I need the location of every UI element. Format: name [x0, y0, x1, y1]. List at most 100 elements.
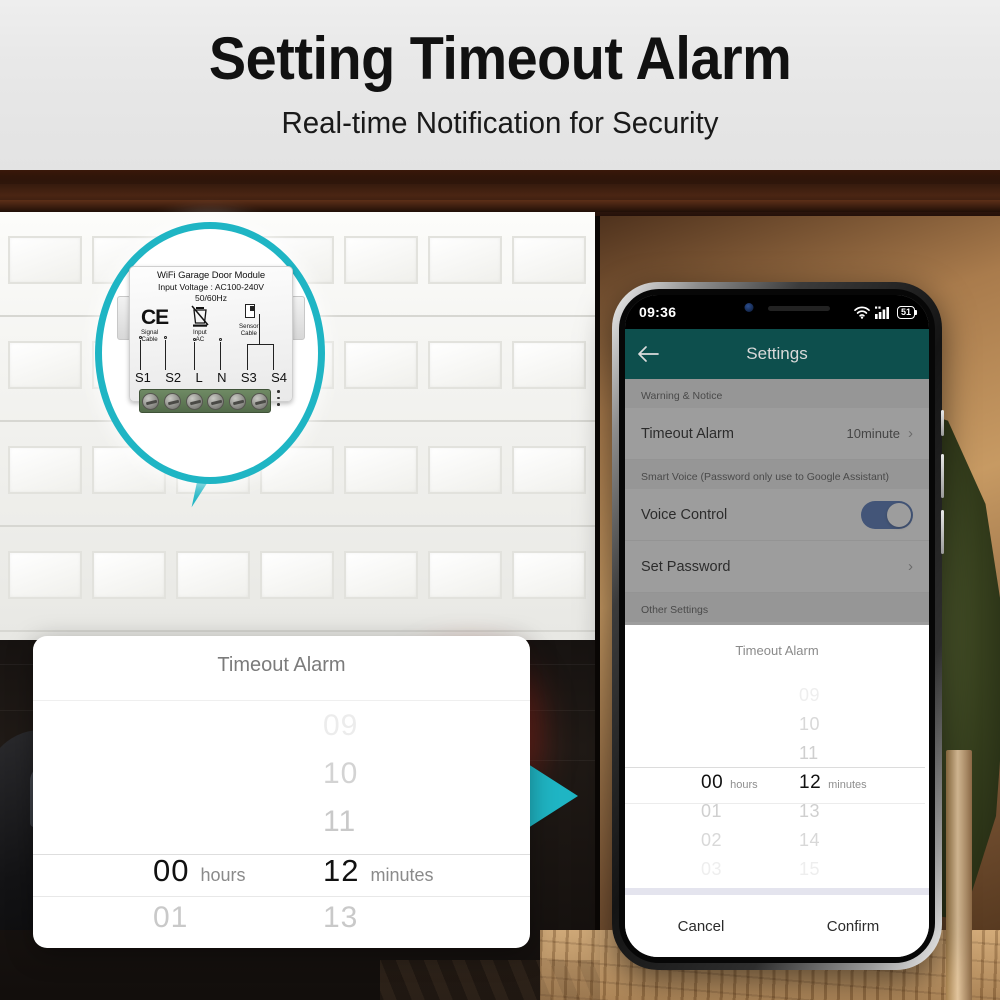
- cancel-button[interactable]: Cancel: [625, 918, 777, 935]
- zoom-card-minutes-item[interactable]: 10: [291, 757, 530, 801]
- banner-shadow: [0, 170, 1000, 184]
- garage-door-panel: [344, 551, 418, 599]
- garage-door-panel: [428, 446, 502, 494]
- picker-minutes-wheel[interactable]: 09 10 11 12 minutes 13 14 15: [783, 673, 925, 903]
- terminal-name: S3: [240, 370, 257, 385]
- zoom-card-minutes-wheel[interactable]: 09 10 11 12 minutes 13: [291, 702, 530, 948]
- wheel-value: 14: [799, 830, 821, 850]
- status-bar-clock: 09:36: [639, 304, 677, 320]
- picker-modal-title: Timeout Alarm: [735, 643, 819, 658]
- page-title: Settings: [746, 344, 808, 363]
- wheel-value: 12: [799, 772, 822, 793]
- picker-wheels: 00 hours 01 02 03 09 10 11 12 minutes 13 14 15: [625, 673, 929, 903]
- module-label-text: WiFi Garage Door Module Input Voltage : …: [129, 270, 293, 303]
- banner-header: Setting Timeout Alarm Real-time Notifica…: [0, 0, 1000, 170]
- weee-bin-icon: [191, 305, 209, 327]
- zoom-card-hours-item[interactable]: 01: [33, 901, 291, 945]
- banner-title: Setting Timeout Alarm: [208, 25, 792, 92]
- picker-minutes-item[interactable]: 11: [783, 743, 925, 769]
- terminal-name: L: [195, 370, 203, 385]
- wheel-value: 01: [153, 901, 189, 934]
- wheel-value: 10: [323, 757, 359, 790]
- picker-hours-wheel[interactable]: 00 hours 01 02 03: [625, 673, 783, 903]
- battery-indicator: 51: [896, 305, 918, 319]
- garage-door-panel: [8, 341, 82, 389]
- picker-hours-selected-item[interactable]: 00 hours: [625, 772, 783, 798]
- picker-actions: Cancel Confirm: [625, 895, 929, 957]
- wifi-icon: [854, 305, 870, 319]
- paving-stones: [380, 960, 600, 1000]
- wifi-garage-door-module: WiFi Garage Door Module Input Voltage : …: [117, 266, 305, 413]
- garage-door-panel: [344, 341, 418, 389]
- smartphone-mockup: 09:36 51 Settings Timeout Alarm 00 hours…: [612, 282, 944, 970]
- terminal-screw: [250, 392, 268, 410]
- picker-minutes-item[interactable]: 15: [783, 859, 925, 885]
- wheel-value: 01: [701, 801, 723, 821]
- zoom-card-minutes-selected-item[interactable]: 12 minutes: [291, 853, 530, 897]
- header-beam-shadow: [0, 200, 1000, 212]
- zoom-card-divider: [33, 700, 530, 701]
- picker-minutes-selected-item[interactable]: 12 minutes: [783, 772, 925, 798]
- zoom-card-hours-selected-item[interactable]: 00 hours: [33, 853, 291, 897]
- phone-screen: 09:36 51 Settings Timeout Alarm 00 hours…: [625, 295, 929, 957]
- zoom-card-wheels: 00 hours 01 09 10 11 12 minutes 13: [33, 702, 530, 948]
- wheel-value: 00: [153, 853, 190, 888]
- zoom-pointer-arrow-icon: [528, 764, 578, 828]
- wheel-value: 13: [323, 901, 359, 934]
- module-screw-terminal-block: [139, 389, 271, 413]
- wheel-value: 11: [799, 743, 819, 763]
- wheel-unit-label: minutes: [370, 865, 434, 885]
- terminal-screw: [163, 392, 181, 410]
- module-pin-lines: [135, 314, 287, 372]
- wheel-value: 00: [701, 772, 724, 793]
- zoom-card-title: Timeout Alarm: [217, 654, 346, 676]
- module-terminal-names: S1 S2 L N S3 S4: [133, 370, 289, 385]
- timeout-alarm-picker-modal: Timeout Alarm 00 hours 01 02 03 09 10 11 12 minu…: [625, 625, 929, 957]
- garage-door-panel: [92, 551, 166, 599]
- picker-minutes-item[interactable]: 09: [783, 685, 925, 711]
- wheel-unit-label: hours: [730, 779, 758, 791]
- wheel-value: 10: [799, 714, 821, 734]
- zoom-card-minutes-item[interactable]: 11: [291, 805, 530, 849]
- confirm-button[interactable]: Confirm: [777, 918, 929, 935]
- terminal-screw: [207, 392, 225, 410]
- garage-door-panel: [512, 341, 586, 389]
- phone-side-button-mute[interactable]: [941, 410, 944, 436]
- wheel-value: 13: [799, 801, 821, 821]
- garage-door-panel: [512, 446, 586, 494]
- terminal-name: S1: [135, 370, 151, 385]
- picker-hours-item[interactable]: 02: [625, 830, 783, 856]
- garage-door-panel: [8, 551, 82, 599]
- sensor-connector-icon: [245, 304, 255, 318]
- module-frequency: 50/60Hz: [194, 293, 227, 303]
- phone-side-button-volume-up[interactable]: [941, 454, 944, 498]
- status-bar-indicators: 51: [854, 305, 918, 319]
- timeout-alarm-zoom-card: Timeout Alarm 00 hours 01 09 10 11 12 minutes 1…: [33, 636, 530, 948]
- picker-hours-item[interactable]: 03: [625, 859, 783, 885]
- wheel-value: 11: [323, 805, 357, 838]
- garage-door-panel: [260, 551, 334, 599]
- garage-door-panel: [428, 236, 502, 284]
- picker-minutes-item[interactable]: 10: [783, 714, 925, 740]
- wood-pillar: [946, 750, 972, 1000]
- picker-minutes-item[interactable]: 13: [783, 801, 925, 827]
- picker-hours-item[interactable]: 01: [625, 801, 783, 827]
- status-bar: 09:36 51: [625, 295, 929, 329]
- wheel-unit-label: minutes: [828, 779, 867, 791]
- wheel-value: 15: [799, 859, 821, 879]
- banner-subtitle: Real-time Notification for Security: [281, 105, 719, 140]
- zoom-card-minutes-item[interactable]: 13: [291, 901, 530, 945]
- cellular-signal-icon: [874, 306, 889, 319]
- picker-minutes-item[interactable]: 14: [783, 830, 925, 856]
- terminal-screw: [142, 392, 160, 410]
- zoom-card-hours-wheel[interactable]: 00 hours 01: [33, 702, 291, 948]
- zoom-card-minutes-item[interactable]: 09: [291, 709, 530, 753]
- garage-door-panel: [344, 236, 418, 284]
- wheel-value: 03: [701, 859, 723, 879]
- app-bar: Settings: [625, 329, 929, 379]
- garage-door-panel: [344, 446, 418, 494]
- phone-side-button-volume-down[interactable]: [941, 510, 944, 554]
- product-callout-bubble: WiFi Garage Door Module Input Voltage : …: [95, 222, 325, 514]
- terminal-screw: [185, 392, 203, 410]
- garage-door-panel: [8, 446, 82, 494]
